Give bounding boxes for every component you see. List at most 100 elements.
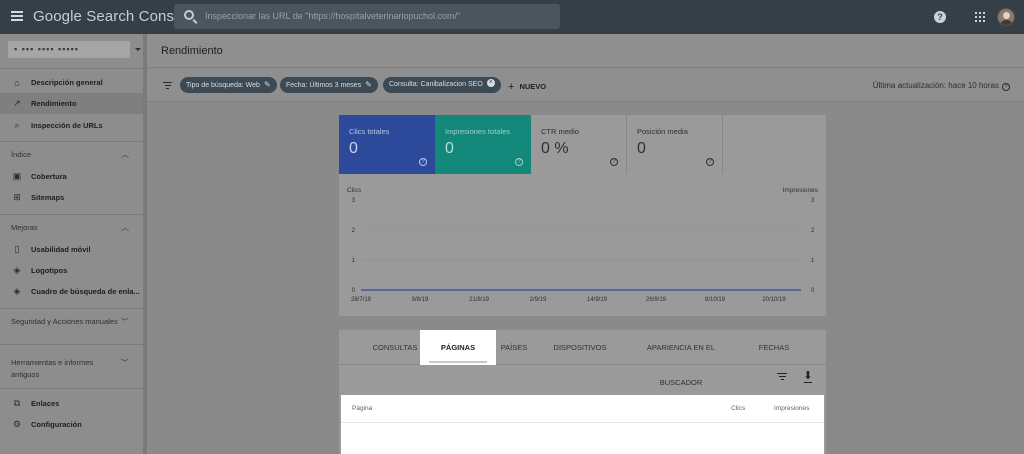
sitemap-icon: ⊞ (13, 192, 21, 202)
search-icon: ⌕ (14, 120, 20, 130)
metric-avg-position[interactable]: Posición media 0 ? (627, 115, 723, 174)
close-icon[interactable]: × (486, 79, 495, 88)
layers-icon: ◈ (13, 265, 21, 275)
metric-avg-ctr[interactable]: CTR medio 0 % ? (531, 115, 627, 174)
tab-pages[interactable]: PÁGINAS (420, 330, 496, 365)
help-icon[interactable]: ? (706, 158, 714, 166)
home-icon: ⌂ (14, 77, 20, 88)
y-tick-label-right: 3 (811, 198, 815, 204)
chip-query[interactable]: Consulta: Canibalizacion SEO × (383, 77, 501, 93)
section-enhancements[interactable]: Mejoras ︿ (11, 222, 141, 234)
section-legacy-tools[interactable]: Herramientas e informes antiguos (11, 357, 121, 381)
column-header-clicks[interactable]: Clics (731, 405, 745, 412)
sidebar-item-performance[interactable]: ↗ Rendimiento (0, 93, 143, 114)
chip-label: Fecha: Últimos 3 meses (286, 82, 362, 89)
chevron-down-icon[interactable]: ﹀ (121, 357, 131, 369)
metric-value: 0 (445, 140, 454, 157)
chevron-up-icon: ︿ (121, 150, 129, 159)
column-header-impressions[interactable]: Impresiones (774, 405, 809, 412)
sidebar-item-label: Inspección de URLs (31, 121, 103, 130)
sidebar-item-sitelinks-searchbox[interactable]: ◈ Cuadro de búsqueda de enla... (0, 281, 143, 302)
performance-line-chart: Clics Impresiones 3 3 2 2 1 1 0 0 28/7/19 9/8/19 21/… (347, 187, 819, 303)
section-title: Índice (11, 150, 32, 159)
trending-icon: ↗ (13, 98, 21, 108)
sidebar-item-coverage[interactable]: ▣ Cobertura (0, 166, 143, 187)
sidebar-item-url-inspection[interactable]: ⌕ Inspección de URLs (0, 115, 143, 136)
sidebar-item-links[interactable]: ⧉ Enlaces (0, 393, 143, 414)
chevron-down-icon[interactable]: ﹀ (121, 316, 131, 328)
links-icon: ⧉ (13, 398, 21, 408)
sidebar-item-settings[interactable]: ⚙ Configuración (0, 414, 143, 435)
x-tick-label: 14/9/19 (587, 297, 608, 303)
x-tick-label: 20/10/19 (762, 297, 786, 303)
last-update: Última actualización: hace 10 horas? (873, 81, 1010, 91)
edit-icon[interactable]: ✎ (264, 80, 271, 89)
section-index[interactable]: Índice ︿ (11, 149, 141, 161)
section-title: Herramientas e informes antiguos (11, 358, 94, 379)
y-axis-label-right: Impresiones (783, 187, 819, 194)
sidebar-item-label: Descripción general (31, 78, 103, 87)
metric-value: 0 % (541, 140, 569, 157)
tab-devices[interactable]: DISPOSITIVOS (549, 330, 611, 365)
section-title: Mejoras (11, 223, 38, 232)
metric-label: Posición media (637, 127, 688, 136)
x-tick-label: 26/9/19 (646, 297, 667, 303)
app-title[interactable]: Google Search Console (33, 8, 194, 25)
new-filter-button[interactable]: + NUEVO (508, 80, 546, 93)
chip-search-type[interactable]: Tipo de búsqueda: Web ✎ (180, 77, 277, 93)
chip-date[interactable]: Fecha: Últimos 3 meses ✎ (280, 77, 378, 93)
tab-dates[interactable]: FECHAS (753, 330, 795, 365)
section-security[interactable]: Seguridad y Acciones manuales (11, 316, 121, 328)
y-tick-label-right: 2 (811, 228, 815, 234)
sidebar-item-label: Enlaces (31, 399, 60, 408)
divider (0, 388, 143, 389)
chevron-up-icon: ︿ (121, 223, 129, 232)
property-selector[interactable]: ▪ ▪▪▪ ▪▪▪▪ ▪▪▪▪▪ (8, 41, 130, 58)
metric-total-impressions[interactable]: Impresiones totales 0 ? (435, 115, 531, 174)
plus-icon: + (508, 81, 515, 93)
search-icon (184, 10, 194, 20)
sidebar-item-sitemaps[interactable]: ⊞ Sitemaps (0, 187, 143, 208)
x-tick-label: 8/10/19 (705, 297, 726, 303)
section-title: Seguridad y Acciones manuales (11, 317, 118, 326)
avatar[interactable] (997, 8, 1015, 26)
sidebar-item-label: Usabilidad móvil (31, 245, 91, 254)
y-tick-label-left: 3 (352, 198, 356, 204)
dimensions-card: CONSULTAS PÁGINAS PAÍSES DISPOSITIVOS AP… (339, 330, 826, 454)
metric-label: Impresiones totales (445, 127, 511, 136)
help-icon[interactable]: ? (610, 158, 618, 166)
metric-total-clicks[interactable]: Clics totales 0 ? (339, 115, 435, 174)
chip-label: Tipo de búsqueda: Web (186, 82, 260, 89)
sidebar-item-label: Cobertura (31, 172, 67, 181)
help-icon[interactable]: ? (419, 158, 427, 166)
sidebar-item-overview[interactable]: ⌂ Descripción general (0, 72, 143, 93)
column-header-page[interactable]: Página (352, 405, 372, 412)
edit-icon[interactable]: ✎ (365, 80, 372, 89)
y-tick-label-left: 0 (352, 288, 356, 294)
metric-label: CTR medio (541, 127, 579, 136)
help-icon[interactable]: ? (1002, 83, 1010, 91)
apps-grid-icon[interactable] (975, 12, 985, 22)
help-icon[interactable]: ? (515, 158, 523, 166)
y-tick-label-left: 2 (352, 228, 356, 234)
filter-icon[interactable] (777, 373, 787, 382)
divider (0, 68, 143, 69)
filter-bar: Tipo de búsqueda: Web ✎ Fecha: Últimos 3 … (147, 69, 1024, 102)
url-inspect-search[interactable]: Inspeccionar las URL de "https://hospita… (174, 4, 560, 29)
sidebar-item-mobile-usability[interactable]: ▯ Usabilidad móvil (0, 239, 143, 260)
chevron-down-icon[interactable] (135, 48, 141, 51)
tab-queries[interactable]: CONSULTAS (363, 330, 427, 365)
search-input[interactable]: Inspeccionar las URL de "https://hospita… (205, 11, 460, 21)
hamburger-menu-icon[interactable] (11, 11, 23, 21)
help-icon[interactable]: ? (934, 11, 946, 23)
x-tick-label: 9/8/19 (412, 297, 429, 303)
metric-label: Clics totales (349, 127, 390, 136)
sidebar-item-logos[interactable]: ◈ Logotipos (0, 260, 143, 281)
layers-icon: ◈ (13, 286, 21, 296)
x-tick-label: 21/8/19 (469, 297, 490, 303)
tab-countries[interactable]: PAÍSES (495, 330, 533, 365)
tab-search-appearance[interactable]: APARIENCIA EN EL BUSCADOR (625, 330, 737, 387)
filter-icon[interactable] (163, 82, 172, 91)
divider (0, 141, 143, 142)
download-icon[interactable]: ⬇ (803, 370, 813, 383)
